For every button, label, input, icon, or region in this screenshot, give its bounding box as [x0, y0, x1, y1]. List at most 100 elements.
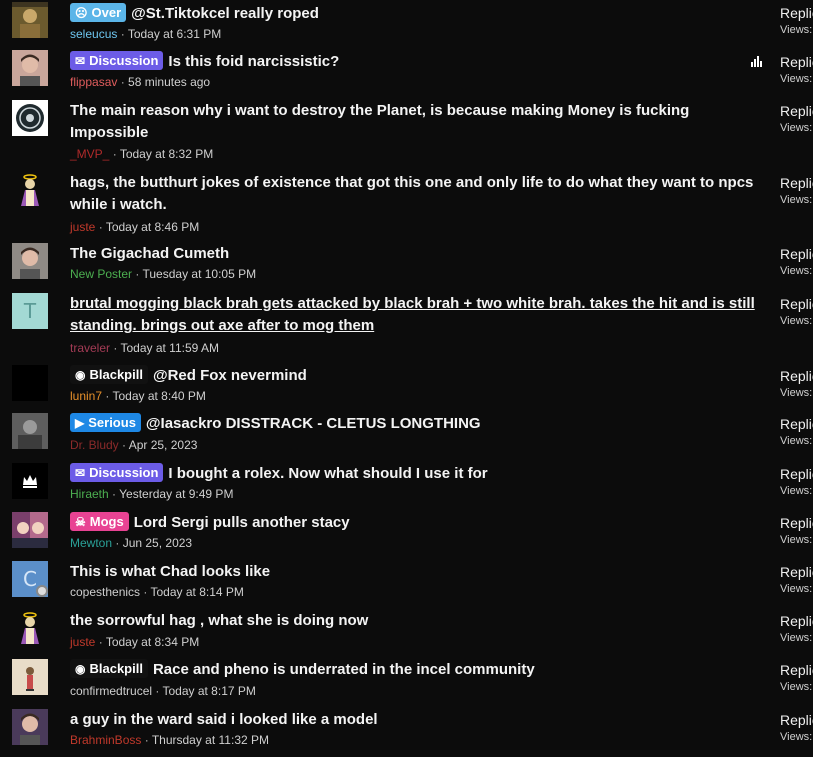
thread-stats: Replie Views:	[780, 514, 813, 548]
thread-title-link[interactable]: Race and pheno is underrated in the ince…	[153, 661, 535, 678]
thread-title-link[interactable]: The Gigachad Cumeth	[70, 245, 229, 262]
prefix-badge[interactable]: ☹ Over	[70, 3, 127, 22]
avatar[interactable]	[12, 100, 48, 136]
thread-time[interactable]: Today at 8:32 PM	[120, 147, 213, 161]
thread-title-line: ✉ Discussion I bought a rolex. Now what sh…	[70, 463, 760, 485]
thread-meta: seleucus · Today at 6:31 PM	[70, 26, 221, 42]
author-link[interactable]: BrahminBoss	[70, 733, 141, 747]
thread-title-line: brutal mogging black brah gets attacked …	[70, 293, 760, 337]
replies-label: Replie	[780, 416, 813, 432]
prefix-badge[interactable]: ☠ Mogs	[70, 512, 129, 531]
author-link[interactable]: copesthenics	[70, 585, 140, 599]
author-link[interactable]: _MVP_	[70, 147, 109, 161]
sad-face-icon: ☹	[75, 6, 88, 20]
thread-time[interactable]: Jun 25, 2023	[123, 536, 192, 550]
gamepad-icon: ◉	[75, 368, 86, 382]
separator-dot: ·	[95, 635, 106, 649]
thread-meta: lunin7 · Today at 8:40 PM	[70, 388, 206, 404]
thread-title-link[interactable]: Lord Sergi pulls another stacy	[134, 514, 350, 531]
views-label: Views:	[780, 435, 813, 447]
avatar[interactable]	[12, 365, 48, 401]
avatar[interactable]	[12, 463, 48, 499]
views-label: Views:	[780, 315, 813, 327]
thread-title-line: This is what Chad looks like	[70, 561, 760, 583]
thread-title-line: ◉ Blackpill @Red Fox nevermind	[70, 365, 760, 387]
thread-title-line: ☠ Mogs Lord Sergi pulls another stacy	[70, 512, 760, 534]
thread-time[interactable]: Today at 8:40 PM	[112, 389, 205, 403]
thread-title-link[interactable]: Is this foid narcissistic?	[168, 53, 339, 70]
thread-time[interactable]: Today at 8:17 PM	[162, 684, 255, 698]
avatar[interactable]	[12, 243, 48, 279]
author-link[interactable]: lunin7	[70, 389, 102, 403]
thread-time[interactable]: Today at 8:14 PM	[151, 585, 244, 599]
thread-time[interactable]: Tuesday at 10:05 PM	[142, 267, 256, 281]
thread-title-link[interactable]: @Iasackro DISSTRACK - CLETUS LONGTHING	[146, 415, 481, 432]
thread-title-link[interactable]: a guy in the ward said i looked like a m…	[70, 711, 378, 728]
thread-stats: Replie Views:	[780, 4, 813, 38]
thread-title-line: The Gigachad Cumeth	[70, 243, 760, 265]
replies-label: Replie	[780, 515, 813, 531]
author-link[interactable]: Mewton	[70, 536, 112, 550]
thread-meta: Dr. Bludy · Apr 25, 2023	[70, 437, 197, 453]
replies-label: Replie	[780, 5, 813, 21]
avatar[interactable]	[12, 512, 48, 548]
thread-title-link[interactable]: the sorrowful hag , what she is doing no…	[70, 612, 368, 629]
analytics-icon[interactable]	[751, 55, 765, 67]
thread-time[interactable]: Thursday at 11:32 PM	[152, 733, 269, 747]
thread-title-link[interactable]: @St.Tiktokcel really roped	[131, 5, 319, 22]
thread-title-link[interactable]: This is what Chad looks like	[70, 563, 270, 580]
thread-time[interactable]: 58 minutes ago	[128, 75, 210, 89]
avatar[interactable]	[12, 610, 48, 646]
replies-label: Replie	[780, 175, 813, 191]
replies-label: Replie	[780, 564, 813, 580]
author-link[interactable]: Hiraeth	[70, 487, 109, 501]
svg-text:C: C	[23, 567, 37, 591]
thread-title-link[interactable]: hags, the butthurt jokes of existence th…	[70, 174, 753, 213]
avatar[interactable]	[12, 50, 48, 86]
avatar[interactable]	[12, 2, 48, 38]
thread-time[interactable]: Yesterday at 9:49 PM	[119, 487, 233, 501]
thread-meta: Hiraeth · Yesterday at 9:49 PM	[70, 486, 233, 502]
author-link[interactable]: confirmedtrucel	[70, 684, 152, 698]
author-link[interactable]: juste	[70, 635, 95, 649]
thread-title-link[interactable]: The main reason why i want to destroy th…	[70, 102, 689, 141]
author-link[interactable]: juste	[70, 220, 95, 234]
prefix-label: Discussion	[89, 465, 159, 480]
thread-meta: _MVP_ · Today at 8:32 PM	[70, 146, 213, 162]
author-link[interactable]: Dr. Bludy	[70, 438, 119, 452]
replies-label: Replie	[780, 662, 813, 678]
avatar[interactable]	[12, 709, 48, 745]
avatar[interactable]	[12, 413, 48, 449]
avatar[interactable]	[12, 172, 48, 208]
thread-time[interactable]: Apr 25, 2023	[129, 438, 198, 452]
avatar[interactable]: T	[12, 293, 48, 329]
separator-dot: ·	[132, 267, 143, 281]
avatar[interactable]: C	[12, 561, 48, 597]
thread-time[interactable]: Today at 6:31 PM	[128, 27, 221, 41]
thread-meta: BrahminBoss · Thursday at 11:32 PM	[70, 732, 269, 748]
views-label: Views:	[780, 534, 813, 546]
thread-time[interactable]: Today at 11:59 AM	[120, 341, 219, 355]
views-label: Views:	[780, 122, 813, 134]
views-label: Views:	[780, 73, 813, 85]
thread-title-link[interactable]: @Red Fox nevermind	[153, 367, 307, 384]
avatar[interactable]	[12, 659, 48, 695]
author-link[interactable]: traveler	[70, 341, 110, 355]
prefix-badge[interactable]: ✉ Discussion	[70, 463, 164, 482]
prefix-badge[interactable]: ◉ Blackpill	[70, 365, 148, 384]
author-link[interactable]: seleucus	[70, 27, 117, 41]
chat-bubbles-icon: ✉	[75, 466, 86, 480]
separator-dot: ·	[117, 75, 129, 89]
author-link[interactable]: New Poster	[70, 267, 132, 281]
views-label: Views:	[780, 265, 813, 277]
thread-stats: Replie Views:	[780, 295, 813, 329]
prefix-badge[interactable]: ◉ Blackpill	[70, 659, 148, 678]
thread-title-link[interactable]: I bought a rolex. Now what should I use …	[168, 465, 487, 482]
thread-time[interactable]: Today at 8:34 PM	[106, 635, 199, 649]
thread-title-link[interactable]: brutal mogging black brah gets attacked …	[70, 295, 755, 334]
author-link[interactable]: flippasav	[70, 75, 117, 89]
separator-dot: ·	[117, 27, 128, 41]
prefix-badge[interactable]: ▶ Serious	[70, 413, 141, 432]
thread-time[interactable]: Today at 8:46 PM	[106, 220, 199, 234]
prefix-badge[interactable]: ✉ Discussion	[70, 51, 164, 70]
